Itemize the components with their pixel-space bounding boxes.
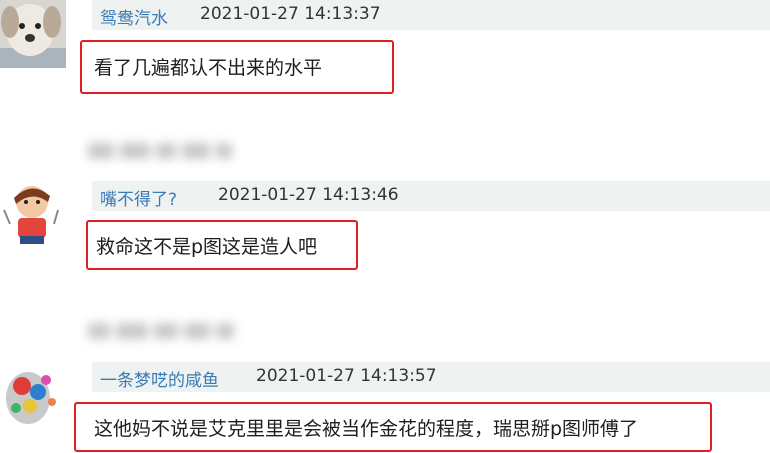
username[interactable]: 鸳鸯汽水	[100, 4, 168, 29]
avatar-colorful-face-icon[interactable]	[0, 362, 66, 428]
blurred-content	[88, 320, 240, 342]
comment-header: 一条梦呓的咸鱼 2021-01-27 14:13:57	[92, 362, 770, 392]
timestamp: 2021-01-27 14:13:57	[256, 366, 437, 386]
avatar-dog-icon[interactable]	[0, 0, 66, 68]
username[interactable]: 嘴不得了?	[100, 185, 177, 210]
comment-text-highlight: 救命这不是p图这是造人吧	[86, 220, 358, 270]
timestamp: 2021-01-27 14:13:46	[218, 185, 399, 205]
comment-text-highlight: 看了几遍都认不出来的水平	[80, 40, 394, 94]
username[interactable]: 一条梦呓的咸鱼	[100, 366, 219, 391]
timestamp: 2021-01-27 14:13:37	[200, 4, 381, 24]
comment-text: 救命这不是p图这是造人吧	[96, 236, 318, 258]
blurred-content	[88, 140, 238, 162]
avatar-cartoon-boy-icon[interactable]	[0, 180, 66, 246]
comment-text-highlight: 这他妈不说是艾克里里是会被当作金花的程度，瑞思掰p图师傅了	[74, 402, 712, 452]
comment-text: 看了几遍都认不出来的水平	[94, 57, 323, 79]
comment-header: 鸳鸯汽水 2021-01-27 14:13:37	[92, 0, 770, 30]
comment-text: 这他妈不说是艾克里里是会被当作金花的程度，瑞思掰p图师傅了	[94, 418, 639, 440]
comment-header: 嘴不得了? 2021-01-27 14:13:46	[92, 181, 770, 211]
